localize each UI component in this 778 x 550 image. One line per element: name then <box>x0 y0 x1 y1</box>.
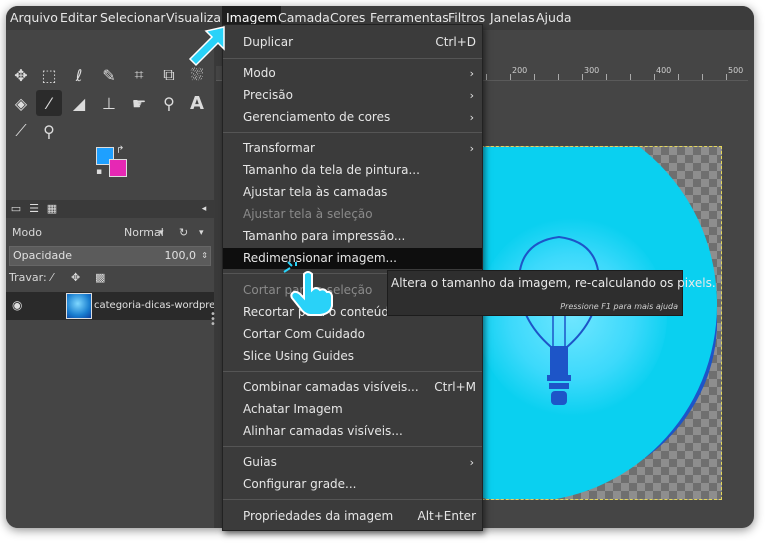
layer-item[interactable]: ◉ categoria-dicas-wordpress- <box>6 292 229 320</box>
ruler-tick <box>558 74 559 80</box>
menu-item-guias[interactable]: Guias › <box>223 452 482 473</box>
eraser-tool-icon[interactable]: ◢ <box>66 90 92 116</box>
layers-tab-icon[interactable]: ▭ <box>8 201 24 217</box>
submenu-arrow-icon: › <box>469 89 474 102</box>
lock-position-icon[interactable]: ✥ <box>71 268 80 288</box>
smudge-tool-icon[interactable]: ☛ <box>126 90 152 116</box>
move-tool-icon[interactable]: ✥ <box>8 62 34 88</box>
menu-item-redimensionar-imagem[interactable]: Redimensionar imagem... <box>223 248 482 269</box>
menu-item-tamanho-tela[interactable]: Tamanho da tela de pintura... <box>223 160 482 181</box>
menu-item-configurar-grade[interactable]: Configurar grade... <box>223 474 482 495</box>
submenu-arrow-icon: › <box>469 456 474 469</box>
transform-tool-icon[interactable]: ⧉ <box>156 62 182 88</box>
submenu-arrow-icon: › <box>469 67 474 80</box>
visibility-eye-icon[interactable]: ◉ <box>12 298 22 312</box>
zoom-tool-icon[interactable]: ⚲ <box>36 118 62 144</box>
fuzzy-select-tool-icon[interactable]: ✎ <box>96 62 122 88</box>
menu-item-slice-guides[interactable]: Slice Using Guides <box>223 346 482 367</box>
lightbulb-icon <box>517 235 601 405</box>
menu-selecionar[interactable]: Selecionar <box>96 6 170 30</box>
menu-item-tamanho-impressao[interactable]: Tamanho para impressão... <box>223 226 482 247</box>
rect-select-tool-icon[interactable]: ⬚ <box>36 62 62 88</box>
menu-ajuda[interactable]: Ajuda <box>532 6 576 30</box>
ruler-label: 500 <box>728 66 744 75</box>
tooltip: Altera o tamanho da imagem, re-calculand… <box>387 270 716 316</box>
paintbrush-tool-icon[interactable]: ⁄ <box>36 90 62 116</box>
ruler-tick <box>582 74 583 80</box>
menu-item-combinar-camadas[interactable]: Combinar camadas visíveis... Ctrl+M <box>223 377 482 398</box>
ruler-tick <box>606 74 607 80</box>
background-color-swatch[interactable] <box>109 159 127 177</box>
lock-pixels-icon[interactable]: ⁄ <box>51 268 53 288</box>
ruler-tick <box>726 74 727 80</box>
menu-editar[interactable]: Editar <box>56 6 101 30</box>
toolbox: ✥ ⬚ ℓ ✎ ⌗ ⧉ ⛆ ◈ ⁄ ◢ ⊥ ☛ ⚲ A ⟋ ⚲ ↱ ▪ ▭ ☰ … <box>6 30 229 528</box>
hand-pointer-icon <box>283 261 333 316</box>
lasso-tool-icon[interactable]: ℓ <box>66 62 92 88</box>
ruler-tick <box>510 74 511 80</box>
mode-reset-icon[interactable]: ↻ <box>179 223 188 243</box>
menu-item-ajustar-tela-camadas[interactable]: Ajustar tela às camadas <box>223 182 482 203</box>
mode-row: Modo Normal ▾ ↻ ▾ <box>9 223 211 243</box>
paths-tool-icon[interactable]: ⚲ <box>156 90 182 116</box>
text-tool-icon[interactable]: A <box>184 90 210 116</box>
opacity-value: 100,0 <box>164 249 197 262</box>
menu-item-gerenciamento-cores[interactable]: Gerenciamento de cores › <box>223 107 482 128</box>
menu-item-cortar-cuidado[interactable]: Cortar Com Cuidado <box>223 324 482 345</box>
submenu-arrow-icon: › <box>469 142 474 155</box>
mode-label: Modo <box>12 226 42 239</box>
menu-item-transformar[interactable]: Transformar › <box>223 138 482 159</box>
menu-item-propriedades-imagem[interactable]: Propriedades da imagem Alt+Enter <box>223 506 482 527</box>
ruler-label: 200 <box>512 66 528 75</box>
fg-bg-colors[interactable]: ↱ ▪ <box>96 145 132 181</box>
ruler-tick <box>534 74 535 80</box>
crop-tool-icon[interactable]: ⌗ <box>126 62 152 88</box>
lock-row: Travar: ⁄ ✥ ▩ <box>9 268 211 288</box>
menu-item-achatar-imagem[interactable]: Achatar Imagem <box>223 399 482 420</box>
clone-tool-icon[interactable]: ⊥ <box>96 90 122 116</box>
panel-divider[interactable] <box>214 30 222 528</box>
color-picker-tool-icon[interactable]: ⟋ <box>8 118 34 144</box>
arrow-pointer-icon <box>188 26 225 67</box>
menu-item-duplicar[interactable]: Duplicar Ctrl+D <box>223 32 482 53</box>
paths-tab-icon[interactable]: ▦ <box>44 201 60 217</box>
reset-colors-icon[interactable]: ▪ <box>96 167 102 177</box>
panel-menu-icon[interactable]: ◂ <box>196 201 212 217</box>
ruler-tick <box>486 74 487 80</box>
bucket-fill-tool-icon[interactable]: ◈ <box>8 90 34 116</box>
swap-colors-icon[interactable]: ↱ <box>116 145 124 156</box>
lock-label: Travar: <box>9 271 47 284</box>
divider-grip-icon[interactable]: • • • <box>210 310 216 330</box>
opacity-slider[interactable]: Opacidade 100,0 ⇕ <box>9 246 211 266</box>
layer-thumbnail <box>66 293 92 319</box>
composite-dropdown-icon[interactable]: ▾ <box>199 223 204 243</box>
menu-item-precisao[interactable]: Precisão › <box>223 85 482 106</box>
channels-tab-icon[interactable]: ☰ <box>26 201 42 217</box>
opacity-spin-icon[interactable]: ⇕ <box>201 247 208 265</box>
tooltip-text: Altera o tamanho da imagem, re-calculand… <box>391 276 716 290</box>
menu-item-modo[interactable]: Modo › <box>223 63 482 84</box>
menu-item-alinhar-camadas[interactable]: Alinhar camadas visíveis... <box>223 421 482 442</box>
ruler-tick <box>702 74 703 80</box>
ruler-label: 300 <box>584 66 600 75</box>
mode-select[interactable]: Normal <box>124 223 164 243</box>
menu-item-ajustar-tela-selecao: Ajustar tela à seleção <box>243 207 373 221</box>
dock-tabs: ▭ ☰ ▦ ◂ <box>6 200 214 218</box>
tooltip-hint: Pressione F1 para mais ajuda <box>560 302 678 311</box>
image-canvas[interactable] <box>476 146 722 500</box>
menu-janelas[interactable]: Janelas <box>486 6 539 30</box>
ruler-tick <box>678 74 679 80</box>
ruler-label: 400 <box>656 66 672 75</box>
lock-alpha-icon[interactable]: ▩ <box>95 268 105 288</box>
menu-arquivo[interactable]: Arquivo <box>6 6 62 30</box>
submenu-arrow-icon: › <box>469 111 474 124</box>
ruler-tick <box>654 74 655 80</box>
opacity-label: Opacidade <box>13 249 72 262</box>
ruler-tick <box>630 74 631 80</box>
mode-dropdown-icon[interactable]: ▾ <box>159 223 164 243</box>
